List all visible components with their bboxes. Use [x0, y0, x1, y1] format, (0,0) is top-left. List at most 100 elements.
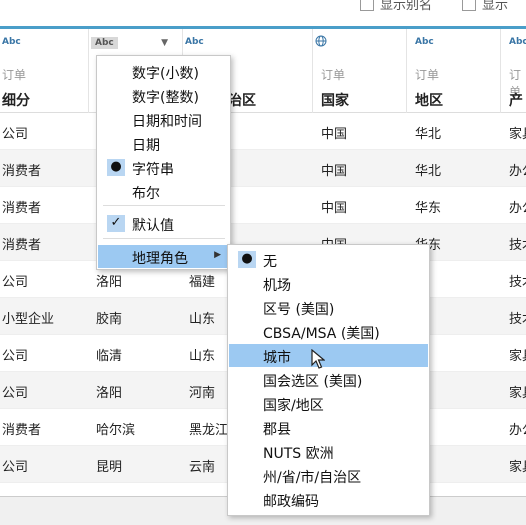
string-type-icon[interactable]: Abc: [509, 37, 526, 47]
show-option-checkbox[interactable]: 显示: [462, 0, 508, 13]
table-cell: 办公用品: [509, 423, 526, 438]
table-cell: 胶南: [96, 312, 123, 327]
column-name: 产品: [509, 93, 523, 109]
menu-item-label: 数字(小数): [132, 66, 199, 82]
menu-item-label: 城市: [263, 350, 291, 366]
menu-item-type[interactable]: 数字(小数): [98, 60, 229, 83]
menu-divider: [103, 205, 225, 206]
table-cell: 华北: [415, 127, 442, 142]
submenu-item-geo-role[interactable]: 城市: [229, 344, 428, 367]
radio-dot-icon: ●: [107, 159, 125, 176]
menu-item-default[interactable]: ✓ 默认值: [98, 212, 229, 235]
submenu-item-geo-role[interactable]: 郡县: [229, 416, 428, 439]
checkbox-box[interactable]: [360, 0, 374, 11]
menu-item-label: 布尔: [132, 186, 160, 202]
table-cell: 河南: [189, 386, 216, 401]
table-cell: 黑龙江: [189, 423, 229, 438]
menu-mark: [107, 135, 125, 152]
show-alias-checkbox[interactable]: 显示别名: [360, 0, 432, 13]
column-name: 国家: [321, 93, 349, 109]
menu-item-type[interactable]: 布尔: [98, 180, 229, 203]
table-cell: 哈尔滨: [96, 423, 136, 438]
menu-mark: [238, 395, 256, 412]
menu-item-type[interactable]: 日期: [98, 132, 229, 155]
menu-item-geographic-role[interactable]: 地理角色 ▶: [98, 245, 229, 268]
column-name: 细分: [2, 93, 30, 109]
menu-item-label: 机场: [263, 278, 291, 294]
column-name: 地区: [415, 93, 443, 109]
menu-mark: [238, 419, 256, 436]
table-cell: 家具: [509, 349, 526, 364]
table-cell: 家具: [509, 127, 526, 142]
menu-item-type[interactable]: 日期和时间: [98, 108, 229, 131]
menu-mark: [238, 275, 256, 292]
table-cell: 公司: [2, 275, 29, 290]
table-cell: 云南: [189, 460, 216, 475]
menu-item-label: 国会选区 (美国): [263, 374, 363, 390]
table-cell: 公司: [2, 349, 29, 364]
top-options-bar: 显示别名 显示: [0, 0, 526, 26]
string-type-icon[interactable]: Abc: [415, 37, 434, 47]
table-cell: 家具: [509, 460, 526, 475]
menu-item-label: 邮政编码: [263, 494, 319, 510]
table-cell: 福建: [189, 275, 216, 290]
show-option-label: 显示: [482, 0, 509, 13]
table-cell: 家具: [509, 386, 526, 401]
table-cell: 技术: [509, 312, 526, 327]
column-header-region[interactable]: Abc 订单 地区: [407, 29, 501, 113]
submenu-item-geo-role[interactable]: 国家/地区: [229, 392, 428, 415]
submenu-item-geo-role[interactable]: 机场: [229, 272, 428, 295]
string-type-icon[interactable]: Abc: [185, 37, 204, 47]
menu-mark: [238, 299, 256, 316]
menu-item-label: NUTS 欧洲: [263, 446, 334, 462]
column-source: 订单: [415, 68, 440, 82]
menu-item-type[interactable]: ● 字符串: [98, 156, 229, 179]
table-cell: 小型企业: [2, 312, 55, 327]
geographic-role-submenu: ● 无机场区号 (美国) CBSA/MSA (美国) 城市国会选区 (美国) 国家/地区…: [227, 244, 430, 516]
table-cell: 办公用品: [509, 201, 526, 216]
column-header-country[interactable]: 订单 国家: [313, 29, 407, 113]
menu-item-label: 日期和时间: [132, 114, 202, 130]
checkbox-box[interactable]: [462, 0, 476, 11]
table-cell: 公司: [2, 460, 29, 475]
submenu-item-geo-role[interactable]: NUTS 欧洲: [229, 440, 428, 463]
table-cell: 山东: [189, 349, 216, 364]
table-cell: 中国: [321, 201, 348, 216]
submenu-item-geo-role[interactable]: 区号 (美国): [229, 296, 428, 319]
table-cell: 华北: [415, 164, 442, 179]
table-cell: 公司: [2, 127, 29, 142]
menu-mark: [107, 111, 125, 128]
menu-mark: [107, 183, 125, 200]
string-type-icon[interactable]: Abc: [91, 37, 118, 49]
column-header-segment[interactable]: Abc 订单 细分: [0, 29, 89, 113]
column-source: 订单: [2, 68, 27, 82]
table-row: 消费者 中国 华北 办公用品: [0, 150, 526, 187]
table-cell: 技术: [509, 238, 526, 253]
table-cell: 技术: [509, 275, 526, 290]
menu-item-label: 无: [263, 254, 277, 270]
column-header-category[interactable]: Abc 订单 产品: [501, 29, 526, 113]
table-cell: 洛阳: [96, 275, 123, 290]
submenu-item-geo-role[interactable]: CBSA/MSA (美国): [229, 320, 428, 343]
submenu-item-geo-role[interactable]: 国会选区 (美国): [229, 368, 428, 391]
table-cell: 临清: [96, 349, 123, 364]
menu-item-label: 国家/地区: [263, 398, 324, 414]
menu-item-type[interactable]: 数字(整数): [98, 84, 229, 107]
table-cell: 公司: [2, 386, 29, 401]
table-cell: 消费者: [2, 423, 42, 438]
string-type-icon[interactable]: Abc: [2, 37, 21, 47]
menu-mark: [238, 371, 256, 388]
submenu-item-geo-role[interactable]: 州/省/市/自治区: [229, 464, 428, 487]
column-source: 订单: [321, 68, 346, 82]
table-cell: 洛阳: [96, 386, 123, 401]
submenu-item-geo-role[interactable]: 邮政编码: [229, 488, 428, 511]
menu-item-label: 日期: [132, 138, 160, 154]
submenu-item-geo-role[interactable]: ● 无: [229, 248, 428, 271]
chevron-down-icon[interactable]: ▼: [161, 38, 168, 48]
globe-icon[interactable]: [315, 35, 327, 50]
menu-mark: [107, 63, 125, 80]
menu-mark: [107, 87, 125, 104]
table-cell: 昆明: [96, 460, 123, 475]
menu-mark: [238, 443, 256, 460]
menu-item-label: 数字(整数): [132, 90, 199, 106]
